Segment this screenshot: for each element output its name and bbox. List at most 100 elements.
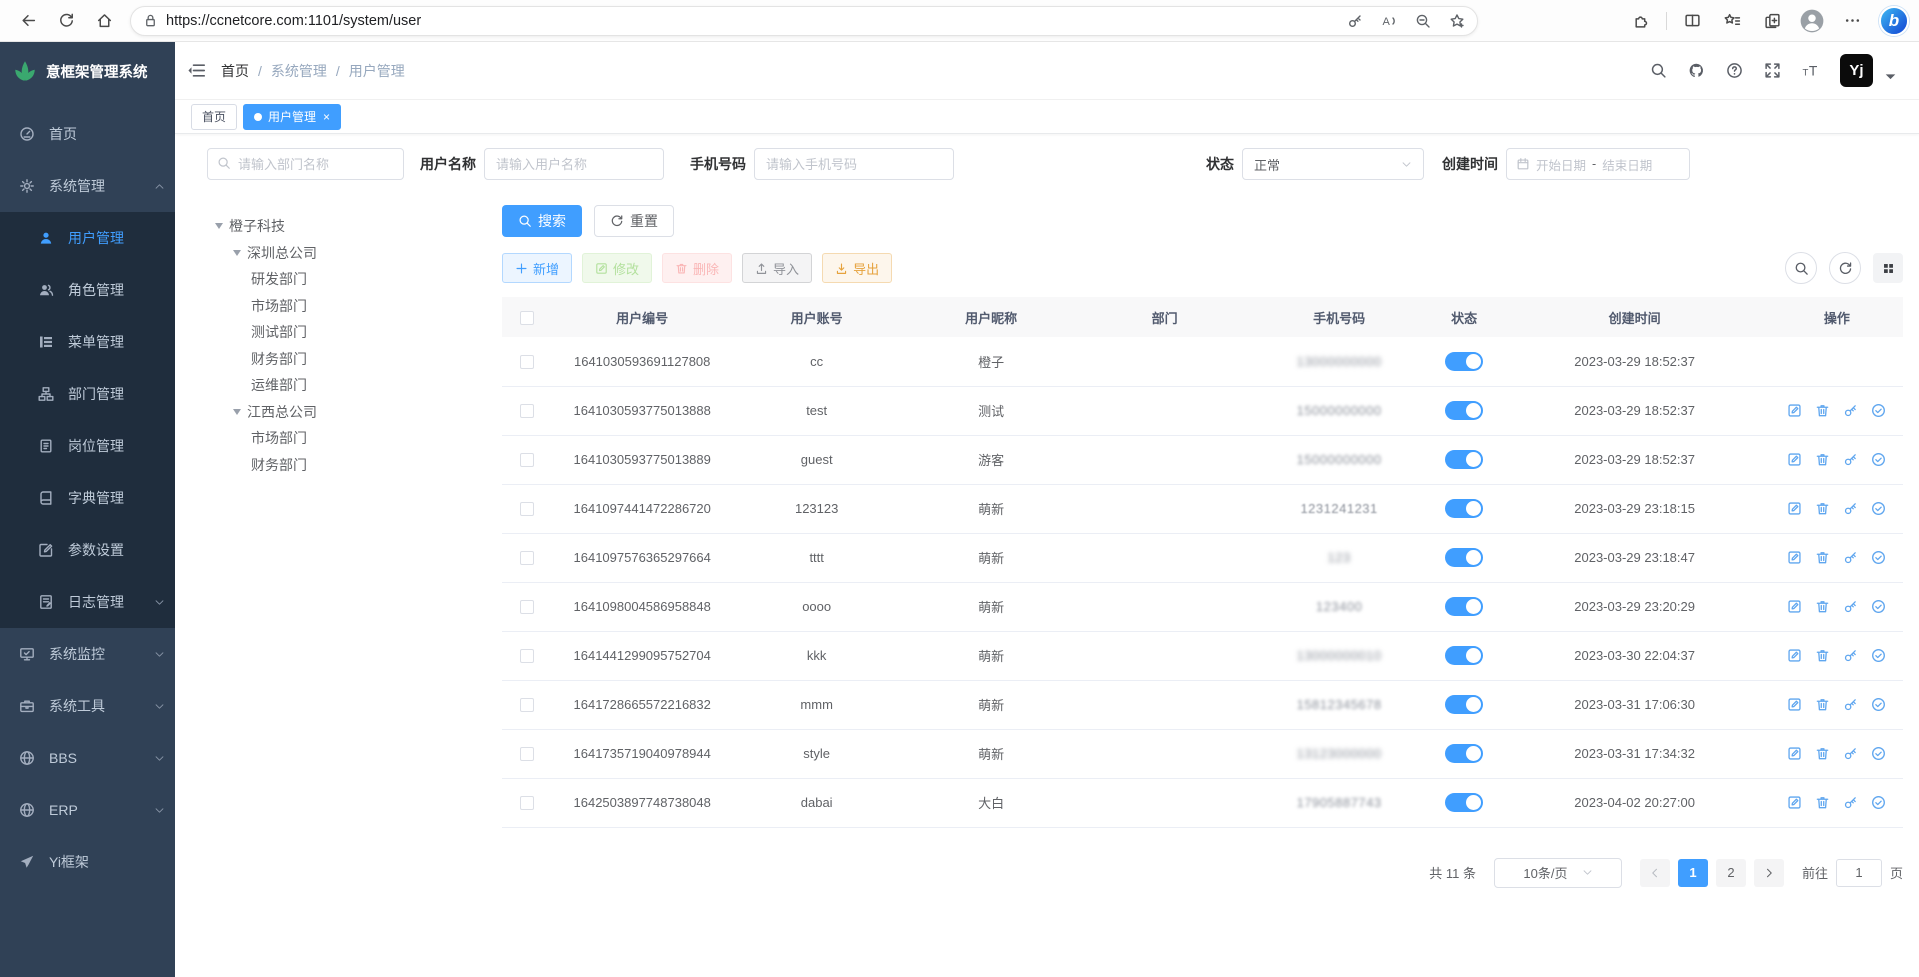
browser-home-button[interactable] [86,4,122,38]
tree-node[interactable]: 深圳总公司 [215,240,492,267]
sidebar-item-param[interactable]: 参数设置 [0,524,175,576]
tree-node[interactable]: 橙子科技 [215,213,492,240]
delete-button[interactable]: 删除 [662,253,732,283]
export-button[interactable]: 导出 [822,253,892,283]
row-edit-button[interactable] [1787,599,1802,614]
password-key-icon[interactable] [1347,13,1363,29]
row-reset-password-button[interactable] [1843,746,1858,761]
row-delete-button[interactable] [1815,403,1830,418]
dept-search-input[interactable] [207,148,404,180]
row-assign-role-button[interactable] [1871,599,1886,614]
status-toggle[interactable] [1445,646,1483,665]
tree-node[interactable]: 运维部门 [215,372,492,399]
browser-profile-button[interactable] [1795,4,1829,38]
edit-button[interactable]: 修改 [582,253,652,283]
status-toggle[interactable] [1445,695,1483,714]
status-toggle[interactable] [1445,793,1483,812]
favorite-add-icon[interactable] [1449,13,1465,29]
tree-node[interactable]: 江西总公司 [215,399,492,426]
status-toggle[interactable] [1445,499,1483,518]
reset-button[interactable]: 重置 [594,205,674,237]
add-button[interactable]: 新增 [502,253,572,283]
browser-back-button[interactable] [10,4,46,38]
search-button[interactable]: 搜索 [502,205,582,237]
font-size-icon[interactable]: TT [1802,62,1819,79]
row-reset-password-button[interactable] [1843,452,1858,467]
row-delete-button[interactable] [1815,452,1830,467]
sidebar-item-dept[interactable]: 部门管理 [0,368,175,420]
row-checkbox[interactable] [520,747,534,761]
phone-input[interactable] [754,148,954,180]
sidebar-item-monitor[interactable]: 系统监控 [0,628,175,680]
sidebar-item-log[interactable]: 日志管理 [0,576,175,628]
status-toggle[interactable] [1445,744,1483,763]
row-edit-button[interactable] [1787,550,1802,565]
table-refresh-button[interactable] [1829,252,1861,284]
row-edit-button[interactable] [1787,697,1802,712]
status-toggle[interactable] [1445,450,1483,469]
prev-page-button[interactable] [1640,859,1670,887]
collapse-sidebar-icon[interactable] [187,61,206,80]
row-edit-button[interactable] [1787,795,1802,810]
status-toggle[interactable] [1445,352,1483,371]
row-checkbox[interactable] [520,698,534,712]
sidebar-item-user[interactable]: 用户管理 [0,212,175,264]
table-search-toggle-button[interactable] [1785,252,1817,284]
row-reset-password-button[interactable] [1843,795,1858,810]
row-checkbox[interactable] [520,649,534,663]
row-delete-button[interactable] [1815,697,1830,712]
status-select[interactable]: 正常 [1242,148,1424,180]
sidebar-item-system[interactable]: 系统管理 [0,160,175,212]
breadcrumb-item[interactable]: 首页 [221,61,249,81]
favorites-button[interactable] [1715,4,1749,38]
row-reset-password-button[interactable] [1843,403,1858,418]
row-checkbox[interactable] [520,404,534,418]
address-bar[interactable]: https://ccnetcore.com:1101/system/user A [130,6,1478,36]
sidebar-item-yi[interactable]: Yi框架 [0,836,175,888]
help-icon[interactable] [1726,62,1743,79]
user-menu-caret-icon[interactable] [1882,68,1899,85]
collections-button[interactable] [1755,4,1789,38]
tree-node[interactable]: 市场部门 [215,425,492,452]
sidebar-item-tool[interactable]: 系统工具 [0,680,175,732]
tree-node[interactable]: 市场部门 [215,293,492,320]
copilot-button[interactable]: b [1879,6,1909,36]
row-assign-role-button[interactable] [1871,795,1886,810]
row-delete-button[interactable] [1815,648,1830,663]
tab-user-manage[interactable]: 用户管理× [243,104,341,130]
sidebar-item-erp[interactable]: ERP [0,784,175,836]
tab-home[interactable]: 首页 [191,104,237,130]
row-checkbox[interactable] [520,551,534,565]
row-delete-button[interactable] [1815,501,1830,516]
split-screen-button[interactable] [1675,4,1709,38]
row-edit-button[interactable] [1787,403,1802,418]
row-reset-password-button[interactable] [1843,648,1858,663]
tree-expand-caret-icon[interactable] [233,250,241,256]
sidebar-item-role[interactable]: 角色管理 [0,264,175,316]
tab-close-icon[interactable]: × [323,110,330,124]
row-reset-password-button[interactable] [1843,599,1858,614]
row-edit-button[interactable] [1787,648,1802,663]
row-delete-button[interactable] [1815,550,1830,565]
browser-more-button[interactable] [1835,4,1869,38]
date-range-picker[interactable]: 开始日期 - 结束日期 [1506,148,1690,180]
tree-node[interactable]: 财务部门 [215,346,492,373]
row-assign-role-button[interactable] [1871,550,1886,565]
tree-expand-caret-icon[interactable] [215,223,223,229]
sidebar-item-post[interactable]: 岗位管理 [0,420,175,472]
status-toggle[interactable] [1445,548,1483,567]
jump-page-input[interactable]: 1 [1836,859,1882,887]
page-size-select[interactable]: 10条/页 [1494,858,1622,888]
extensions-button[interactable] [1624,4,1658,38]
row-assign-role-button[interactable] [1871,697,1886,712]
row-assign-role-button[interactable] [1871,501,1886,516]
status-toggle[interactable] [1445,401,1483,420]
row-assign-role-button[interactable] [1871,403,1886,418]
row-reset-password-button[interactable] [1843,501,1858,516]
zoom-out-icon[interactable] [1415,13,1431,29]
row-delete-button[interactable] [1815,746,1830,761]
tree-node[interactable]: 财务部门 [215,452,492,479]
read-aloud-icon[interactable]: A [1381,13,1397,29]
next-page-button[interactable] [1754,859,1784,887]
row-checkbox[interactable] [520,796,534,810]
